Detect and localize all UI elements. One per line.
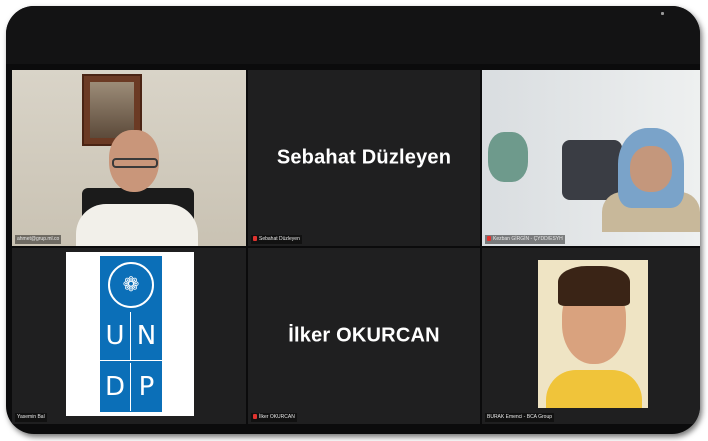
- participant-name-label: Yasemin Bal: [15, 413, 47, 422]
- photo-shirt: [546, 370, 642, 408]
- participant-name-label: İlker OKURCAN: [251, 413, 297, 422]
- participant-tile-4[interactable]: ❁ U N D P Yasemin Bal: [12, 248, 246, 424]
- participant-tile-5[interactable]: İlker OKURCAN İlker OKURCAN: [248, 248, 480, 424]
- mic-muted-icon: [253, 236, 257, 242]
- window-indicator-icon: [661, 12, 664, 15]
- background-object: [488, 132, 528, 182]
- participant-tile-3[interactable]: Kezban GİRGİN - ÇYDD/ESYH: [482, 70, 700, 246]
- meeting-window: ahmet@grup.ml.co Sebahat Düzleyen Sebaha…: [6, 6, 700, 434]
- participant-face: [630, 146, 672, 192]
- participant-tile-1[interactable]: ahmet@grup.ml.co: [12, 70, 246, 246]
- participant-photo: [538, 260, 648, 408]
- participant-display-name: Sebahat Düzleyen: [276, 146, 452, 169]
- glasses: [112, 158, 158, 168]
- undp-letters: U N D P: [100, 312, 162, 411]
- un-emblem-icon: ❁: [108, 262, 154, 308]
- participant-name-label: Sebahat Düzleyen: [251, 235, 302, 244]
- participant-name-label: Kezban GİRGİN - ÇYDD/ESYH: [485, 235, 565, 244]
- undp-logo: ❁ U N D P: [66, 252, 194, 416]
- mic-muted-icon: [487, 236, 491, 242]
- participant-display-name: İlker OKURCAN: [288, 324, 440, 347]
- background-object: [562, 140, 622, 200]
- mic-muted-icon: [253, 414, 257, 420]
- participant-name-label: BURAK Emenci - BCA Group: [485, 413, 555, 422]
- participant-name-label: ahmet@grup.ml.co: [15, 235, 62, 244]
- participant-shirt: [76, 204, 198, 246]
- photo-hair: [558, 266, 630, 306]
- participant-tile-6[interactable]: BURAK Emenci - BCA Group: [482, 248, 700, 424]
- participant-tile-2[interactable]: Sebahat Düzleyen Sebahat Düzleyen: [248, 70, 480, 246]
- participant-gallery: ahmet@grup.ml.co Sebahat Düzleyen Sebaha…: [6, 66, 700, 434]
- window-top-bar: [6, 6, 700, 64]
- undp-logo-panel: ❁ U N D P: [100, 256, 162, 412]
